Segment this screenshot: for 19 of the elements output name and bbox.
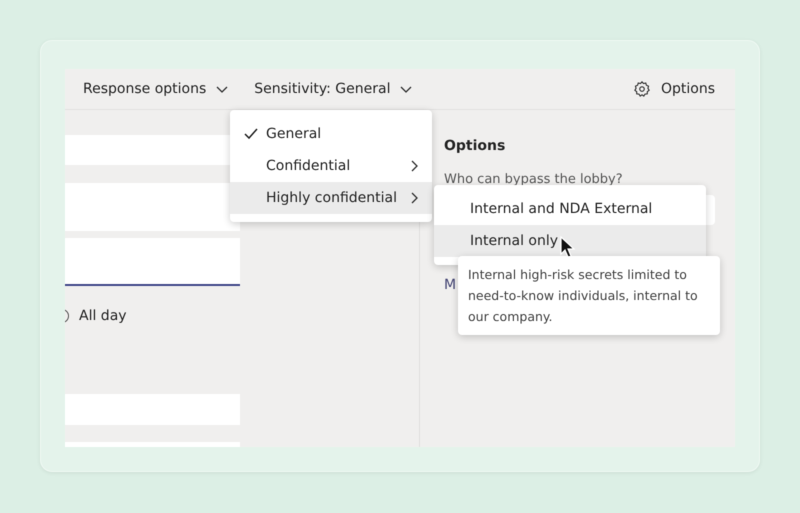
menu-item[interactable]: Highly confidential (230, 182, 432, 214)
input-field[interactable] (65, 394, 240, 425)
checkmark-icon (244, 128, 258, 140)
settings-icon (632, 80, 651, 98)
link[interactable]: M (444, 277, 456, 293)
menu-item[interactable]: General (230, 118, 432, 150)
lobby-question: Who can bypass the lobby? (444, 172, 624, 187)
options-title: Options (444, 138, 506, 154)
input-field[interactable] (65, 183, 240, 231)
input-field[interactable] (65, 238, 240, 286)
menu-item[interactable]: Internal only (434, 225, 706, 257)
dropdown-button[interactable]: Response options (83, 81, 228, 97)
options-button[interactable]: Options (632, 80, 715, 98)
dropdown-button[interactable]: Sensitivity: General (254, 81, 412, 97)
menu-item[interactable]: Confidential (230, 150, 432, 182)
cursor-icon (560, 236, 576, 260)
all-day-label: All day (79, 308, 127, 324)
menu-item[interactable]: Internal and NDA External (434, 193, 706, 225)
tooltip: Internal high-risk secrets limited to need-to-know individuals, internal to our company. (458, 256, 720, 335)
